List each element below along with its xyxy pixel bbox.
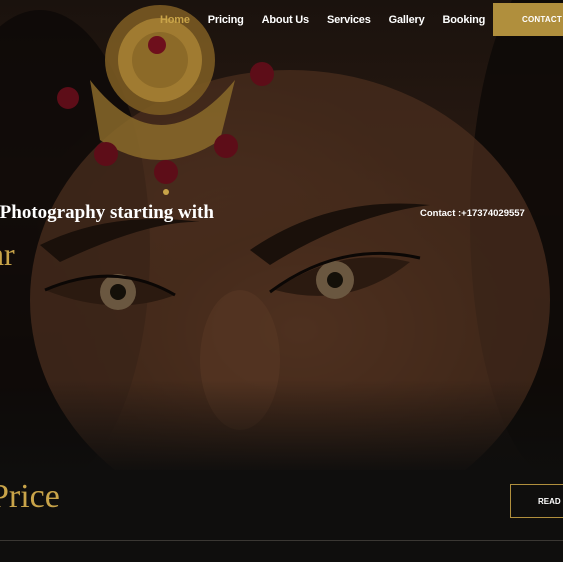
nav-item-pricing[interactable]: Pricing — [208, 12, 244, 28]
main-nav: Home Pricing About Us Services Gallery B… — [160, 12, 503, 28]
read-more-button[interactable]: READ — [510, 484, 563, 518]
hero-bottom-fade — [0, 380, 563, 470]
contact-button[interactable]: CONTACT — [493, 3, 563, 36]
nav-item-booking[interactable]: Booking — [443, 12, 486, 28]
nav-item-services[interactable]: Services — [327, 12, 371, 28]
section-divider — [0, 540, 563, 541]
nav-item-home[interactable]: Home — [160, 12, 190, 28]
contact-phone[interactable]: Contact :+17374029557 — [420, 208, 525, 219]
hero-section — [0, 0, 563, 470]
nav-item-gallery[interactable]: Gallery — [389, 12, 425, 28]
pricing-section-title: Price — [0, 478, 60, 515]
hero-headline: nt Photography starting with — [0, 202, 214, 223]
nav-item-about-us[interactable]: About Us — [262, 12, 309, 28]
hero-headline-price: hr — [0, 236, 15, 272]
